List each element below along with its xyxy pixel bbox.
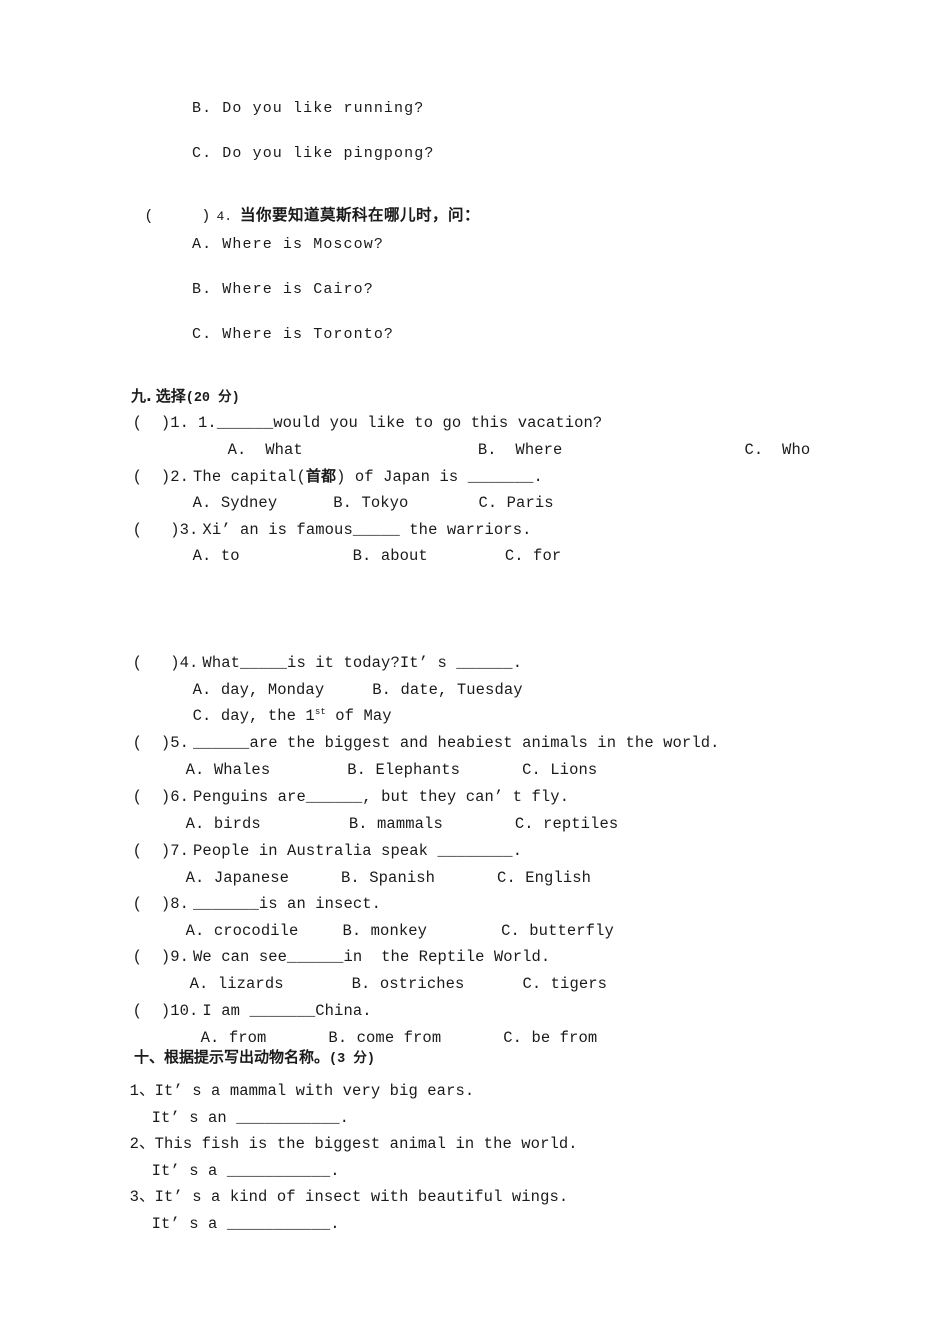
section-ten-title: 根据提示写出动物名称。 [164, 1048, 330, 1066]
section-ten-index: 十、 [134, 1048, 165, 1066]
q6-option-c[interactable]: C. reptiles [515, 815, 618, 833]
item-3-answer-blank[interactable]: ___________ [227, 1215, 330, 1233]
item-3-answer-post: . [330, 1214, 340, 1233]
section-ten-points: (3 分) [329, 1052, 375, 1067]
q10-option-c[interactable]: C. be from [503, 1029, 597, 1047]
q4-option-c-ordinal: st [314, 706, 326, 717]
answer-bracket-close: ) [201, 208, 211, 225]
question-4-number: 4. [216, 209, 233, 224]
document-page: B. Do you like running? C. Do you like p… [0, 0, 945, 1338]
carryover-option-c: C. Do you like pingpong? [192, 145, 435, 162]
item-3-answer-pre: It’ s a [151, 1214, 227, 1233]
question-4-chinese-row: () 4. 当你要知道莫斯科在哪儿时，问： [106, 192, 480, 240]
question-4-prompt: 当你要知道莫斯科在哪儿时，问： [240, 206, 481, 224]
q3-option-a[interactable]: A. to [193, 547, 240, 565]
q3-option-b[interactable]: B. about [353, 547, 428, 565]
q1-option-c[interactable]: C. Who [744, 441, 810, 459]
q7-option-c[interactable]: C. English [497, 869, 591, 887]
q9-option-c[interactable]: C. tigers [522, 975, 607, 993]
section-ten-item-3-answer[interactable]: It’ s a ___________. [114, 1201, 340, 1248]
q4-option-b[interactable]: B. date, Tuesday [372, 681, 522, 699]
q1-marker[interactable]: ( )1. [133, 414, 189, 432]
question-4-option-b: B. Where is Cairo? [192, 281, 374, 298]
question-4-option-c: C. Where is Toronto? [192, 326, 395, 343]
answer-bracket-open[interactable]: ( [144, 208, 153, 225]
q3-option-c[interactable]: C. for [505, 547, 561, 565]
question-4-option-a: A. Where is Moscow? [192, 236, 384, 253]
carryover-option-b: B. Do you like running? [192, 100, 425, 117]
q3-options: A. to B. about C. for [155, 533, 562, 580]
